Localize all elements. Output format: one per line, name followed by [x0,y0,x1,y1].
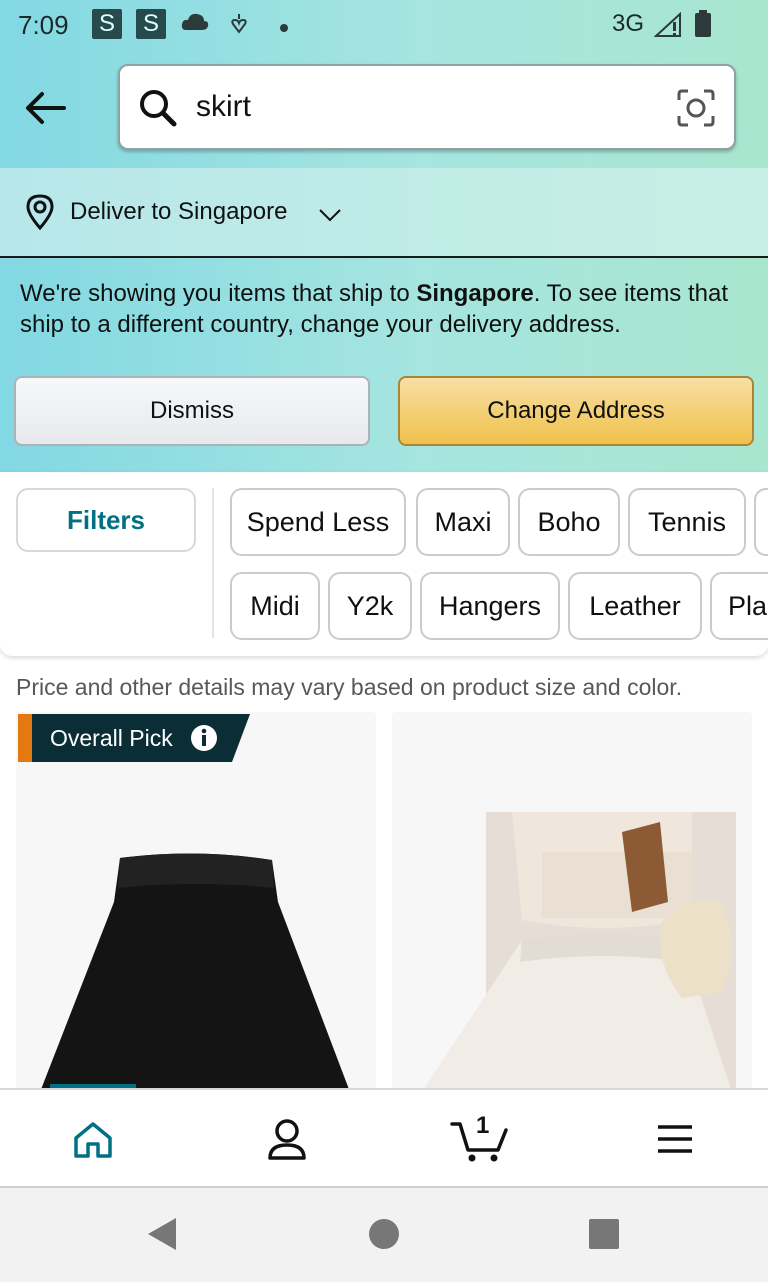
location-pin-icon [24,194,56,235]
heart-drop-icon [228,10,250,42]
filter-chip[interactable]: Boho [518,488,620,556]
back-triangle-icon[interactable] [146,1216,178,1257]
notice-country: Singapore [416,280,534,307]
info-icon[interactable] [190,724,218,757]
refinement-panel: Filters Spend Less Maxi Boho Tennis Midi… [0,472,768,656]
badge-label: Overall Pick [50,725,173,751]
deliver-to-bar[interactable]: Deliver to Singapore [0,168,768,258]
status-time: 7:09 [18,10,69,40]
filter-chip[interactable]: Leather [568,572,702,640]
filter-chip[interactable]: Spend Less [230,488,406,556]
system-navigation-bar [0,1186,768,1282]
search-query: skirt [196,90,251,123]
filter-chip-partial[interactable]: Pla [710,572,768,640]
divider [212,488,214,638]
shipping-notice: We're showing you items that ship to Sin… [20,280,729,338]
deliver-to-label: Deliver to Singapore [70,198,288,225]
home-circle-icon[interactable] [368,1218,400,1255]
battery-icon [694,10,712,44]
dot-icon [278,14,290,40]
notification-s-icon: S [92,9,122,39]
cloud-icon [180,10,210,40]
filter-chip[interactable]: Y2k [328,572,412,640]
filter-chip[interactable]: Hangers [420,572,560,640]
network-type: 3G [612,10,645,37]
camera-lens-icon[interactable] [676,88,716,133]
back-arrow-icon[interactable] [22,88,68,128]
chevron-down-icon [318,208,342,227]
product-image-white-skirt [392,712,752,1092]
product-card[interactable] [16,712,376,1092]
filters-button[interactable]: Filters [16,488,196,552]
search-input[interactable]: skirt [118,64,736,150]
status-bar: 7:09 S S 3G [0,0,768,50]
price-disclaimer: Price and other details may vary based o… [16,674,683,700]
signal-icon [653,11,684,44]
filter-chip[interactable]: Midi [230,572,320,640]
recents-square-icon[interactable] [588,1218,620,1255]
change-address-button[interactable]: Change Address [398,376,754,446]
filter-chip-partial[interactable] [754,488,768,556]
product-image-black-skirt [16,712,376,1092]
notification-s-icon: S [136,9,166,39]
product-card[interactable] [392,712,752,1092]
search-bar-row: skirt [0,50,768,168]
filter-chip[interactable]: Maxi [416,488,510,556]
bottom-navigation: 1 [0,1088,768,1186]
filter-chip[interactable]: Tennis [628,488,746,556]
cart-count: 1 [476,1112,490,1139]
home-icon[interactable] [72,1120,114,1165]
account-icon[interactable] [266,1118,308,1167]
dismiss-button[interactable]: Dismiss [14,376,370,446]
menu-hamburger-icon[interactable] [656,1124,694,1159]
search-icon [138,88,178,133]
